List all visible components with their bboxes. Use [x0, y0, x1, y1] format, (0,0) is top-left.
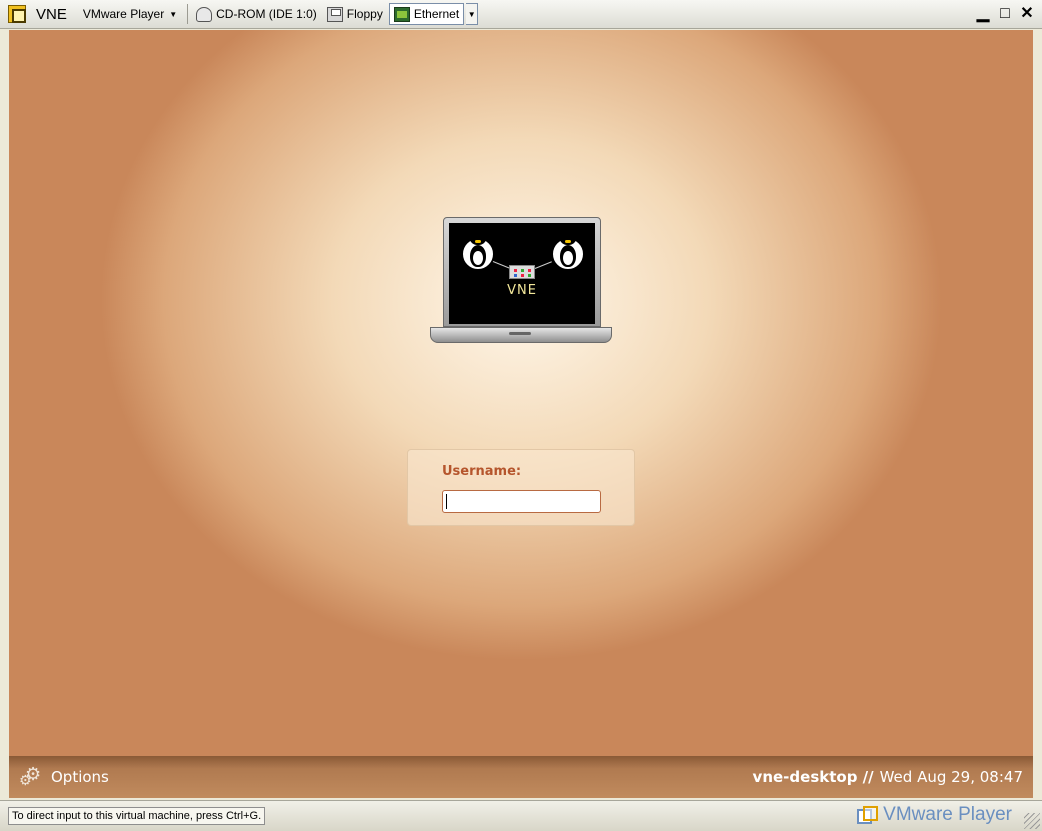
laptop-base — [430, 327, 612, 343]
login-dialog: Username: — [407, 449, 635, 526]
vmware-player-menu-label: VMware Player — [82, 7, 165, 21]
username-input[interactable] — [442, 490, 601, 513]
close-button[interactable]: ✕ — [1020, 6, 1034, 22]
vmware-brand-text: VMware Player — [883, 804, 1012, 825]
window-title: VNE — [36, 5, 67, 23]
network-link — [492, 261, 510, 269]
text-cursor — [446, 494, 447, 509]
ethernet-button[interactable]: Ethernet — [388, 3, 465, 25]
ethernet-dropdown-button[interactable]: ▼ — [466, 3, 479, 25]
vmware-app-icon[interactable] — [8, 5, 26, 23]
ethernet-label: Ethernet — [413, 7, 460, 21]
login-bottom-panel: Options vne-desktop // Wed Aug 29, 08:47 — [9, 756, 1033, 798]
vne-logo-text: VNE — [507, 283, 537, 298]
minimize-button[interactable]: ▁ — [976, 6, 990, 22]
laptop-screen: VNE — [449, 223, 595, 324]
tux-penguin-icon — [461, 231, 495, 273]
laptop-lid: VNE — [443, 217, 601, 327]
hostname: vne-desktop // — [752, 768, 874, 786]
toolbar-divider — [187, 4, 189, 24]
title-bar: VNE VMware Player ▼ CD-ROM (IDE 1:0) Flo… — [0, 0, 1042, 29]
window-controls: ▁ □ ✕ — [976, 6, 1034, 22]
chevron-down-icon: ▼ — [169, 9, 178, 19]
vm-display[interactable]: VNE Username: Options vne-desktop // Wed … — [9, 30, 1033, 798]
network-link — [534, 261, 552, 269]
vmware-player-brand: VMware Player — [857, 804, 1012, 826]
status-bar: To direct input to this virtual machine,… — [0, 800, 1042, 831]
floppy-icon — [326, 6, 343, 22]
options-label: Options — [51, 768, 109, 786]
vmware-logo-icon — [857, 806, 879, 824]
floppy-button[interactable]: Floppy — [323, 3, 387, 25]
vmware-player-menu[interactable]: VMware Player ▼ — [79, 3, 181, 25]
host-info: vne-desktop // Wed Aug 29, 08:47 — [753, 768, 1023, 786]
cd-rom-button[interactable]: CD-ROM (IDE 1:0) — [192, 3, 321, 25]
maximize-button[interactable]: □ — [998, 6, 1012, 22]
ethernet-icon — [393, 6, 410, 22]
username-label: Username: — [442, 464, 522, 479]
floppy-label: Floppy — [346, 7, 383, 21]
vne-laptop-logo: VNE — [430, 217, 612, 347]
network-switch-icon — [509, 265, 535, 279]
window-frame-left — [0, 29, 9, 800]
cd-rom-label: CD-ROM (IDE 1:0) — [216, 7, 317, 21]
options-button[interactable]: Options — [19, 764, 109, 789]
cd-rom-icon — [196, 6, 213, 22]
resize-grip[interactable] — [1024, 813, 1040, 829]
datetime: Wed Aug 29, 08:47 — [879, 768, 1023, 786]
chevron-down-icon: ▼ — [467, 9, 476, 19]
status-hint: To direct input to this virtual machine,… — [8, 807, 266, 825]
window-frame-right — [1033, 29, 1042, 800]
tux-penguin-icon — [551, 231, 585, 273]
gear-icon — [19, 764, 43, 789]
